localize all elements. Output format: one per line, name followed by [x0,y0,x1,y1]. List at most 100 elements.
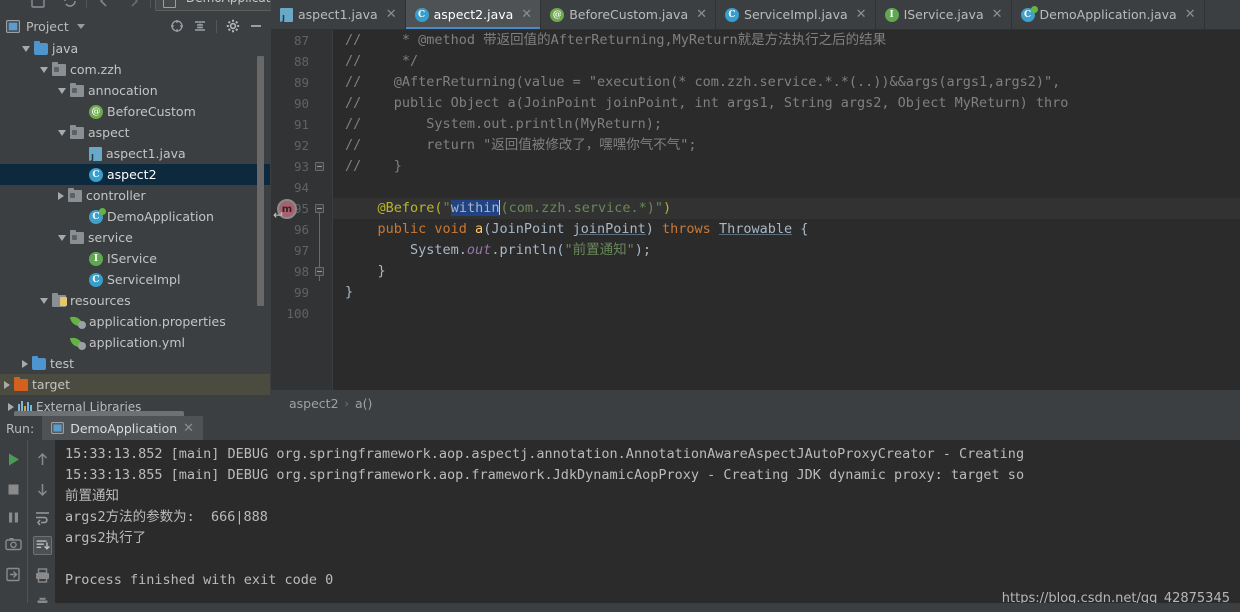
breadcrumb[interactable]: aspect2 › a() [271,390,1240,416]
breadcrumb-item-class[interactable]: aspect2 [289,396,339,411]
close-icon[interactable]: ✕ [856,8,867,21]
scrollbar-thumb[interactable] [257,56,264,306]
tree-item-com-zzh[interactable]: com.zzh [0,59,270,80]
tree-item-test[interactable]: test [0,353,270,374]
collapse-all-icon[interactable] [193,19,207,33]
code-lines[interactable]: // * @method 带返回值的AfterReturning,MyRetur… [333,30,1240,390]
close-icon[interactable]: ✕ [1185,8,1196,21]
editor-tab-iservice[interactable]: I IService.java ✕ [876,0,1012,29]
java-interface-icon: I [89,251,103,266]
code-line: // */ [345,53,419,69]
tree-item-application-properties[interactable]: application.properties [0,311,270,332]
fold-marker[interactable] [315,267,324,276]
tree-toggle-down-icon[interactable] [58,129,66,136]
target-icon[interactable] [170,19,184,33]
project-tree-scrollbar[interactable] [257,38,264,403]
code-editor[interactable]: 87888990919293949596979899100 m // * @me… [271,30,1240,390]
sync-icon[interactable] [62,0,78,9]
tree-item-label: aspect1.java [106,146,186,161]
tree-toggle-down-icon[interactable] [22,45,30,52]
tree-item-serviceimpl[interactable]: C ServiceImpl [0,269,270,290]
java-class-icon: C [89,272,103,287]
tree-toggle-down-icon[interactable] [58,87,66,94]
console-output[interactable]: 15:33:13.852 [main] DEBUG org.springfram… [55,440,1240,612]
package-folder-icon [70,229,84,244]
line-number: 90 [293,96,309,111]
editor-tab-aspect2[interactable]: Caspect2.java ✕ [405,0,542,29]
rerun-icon[interactable] [4,450,23,469]
java-file-icon [280,7,293,23]
line-number: 94 [293,180,309,195]
scroll-to-end-icon[interactable] [33,536,52,555]
tree-toggle-right-icon[interactable] [58,191,64,200]
tree-toggle-down-icon[interactable] [58,234,66,241]
tree-item-label: DemoApplication [107,209,214,224]
fold-marker[interactable] [315,204,324,213]
tree-item-label: aspect [88,125,130,140]
run-toolbar-right[interactable] [27,440,55,612]
line-number: 89 [293,75,309,90]
line-number: 96 [293,222,309,237]
tree-item-service[interactable]: service [0,227,270,248]
tree-item-resources[interactable]: resources [0,290,270,311]
editor-tab-aspect1[interactable]: aspect1.java ✕ [271,0,406,29]
close-icon[interactable]: ✕ [183,421,194,436]
tree-item-java[interactable]: java [0,38,270,59]
editor-tab-serviceimpl[interactable]: C ServiceImpl.java ✕ [716,0,876,29]
tree-toggle-right-icon[interactable] [4,380,10,389]
run-toolbar-left[interactable] [0,440,27,612]
tree-item-controller[interactable]: controller [0,185,270,206]
tree-item-label: BeforeCustom [107,104,196,119]
java-annotation-icon: @ [550,7,565,22]
package-folder-icon [70,124,84,139]
close-icon[interactable]: ✕ [386,8,397,21]
console-line: 15:33:13.855 [main] DEBUG org.springfram… [65,467,1025,483]
soft-wrap-icon[interactable] [33,508,52,527]
exit-icon[interactable] [4,565,23,584]
tree-item-application-yml[interactable]: application.yml [0,332,270,353]
save-icon[interactable] [30,0,46,9]
close-icon[interactable]: ✕ [992,8,1003,21]
tree-item-beforecustom[interactable]: @ BeforeCustom [0,101,270,122]
breadcrumb-item-method[interactable]: a() [355,396,372,411]
editor-tab-label: aspect2.java [433,7,514,22]
code-line: public void a(JoinPoint joinPoint) throw… [345,221,809,237]
stop-icon[interactable] [4,480,23,499]
tree-item-label: target [32,377,71,392]
pause-icon[interactable] [4,508,23,527]
back-icon[interactable] [96,0,112,9]
tree-toggle-down-icon[interactable] [40,66,48,73]
project-tree[interactable]: java com.zzh annocation @ BeforeCustom aspect… [0,38,270,403]
close-icon[interactable]: ✕ [696,8,707,21]
fold-marker[interactable] [315,162,324,171]
print-icon[interactable] [33,566,52,585]
tree-item-demoapplication[interactable]: C DemoApplication [0,206,270,227]
down-arrow-icon[interactable] [33,480,52,499]
code-line: // System.out.println(MyReturn); [345,116,662,132]
editor-tab-beforecustom[interactable]: @ BeforeCustom.java ✕ [541,0,717,29]
editor-tab-bar[interactable]: aspect1.java ✕ Caspect2.java ✕ @ BeforeCustom… [271,0,1240,30]
tree-item-iservice[interactable]: I IService [0,248,270,269]
tree-toggle-down-icon[interactable] [40,297,48,304]
editor-gutter[interactable]: 87 88 89 90 91 92 93 94 95 96 97 98 99 100 m [271,30,333,390]
close-icon[interactable]: ✕ [521,8,532,21]
tree-item-annocation[interactable]: annocation [0,80,270,101]
line-number: 92 [293,138,309,153]
aop-advice-icon[interactable]: m [273,199,297,222]
editor-tab-demoapplication[interactable]: C DemoApplication.java ✕ [1012,0,1205,29]
tree-item-aspect1-java[interactable]: aspect1.java [0,143,270,164]
package-folder-icon [52,61,66,76]
tree-item-target[interactable]: target [0,374,270,395]
tree-item-aspect2[interactable]: Caspect2 [0,164,270,185]
hide-panel-icon[interactable] [249,19,263,33]
forward-icon[interactable] [126,0,142,9]
editor-tab-label: aspect1.java [298,7,378,22]
tree-item-aspect[interactable]: aspect [0,122,270,143]
up-arrow-icon[interactable] [33,450,52,469]
code-line: // } [345,158,402,174]
settings-gear-icon[interactable] [226,19,240,33]
tree-toggle-right-icon[interactable] [22,359,28,368]
run-tab-demoapplication[interactable]: DemoApplication ✕ [42,416,204,440]
camera-icon[interactable] [4,535,23,554]
project-dropdown-chevron-icon[interactable] [76,23,85,29]
